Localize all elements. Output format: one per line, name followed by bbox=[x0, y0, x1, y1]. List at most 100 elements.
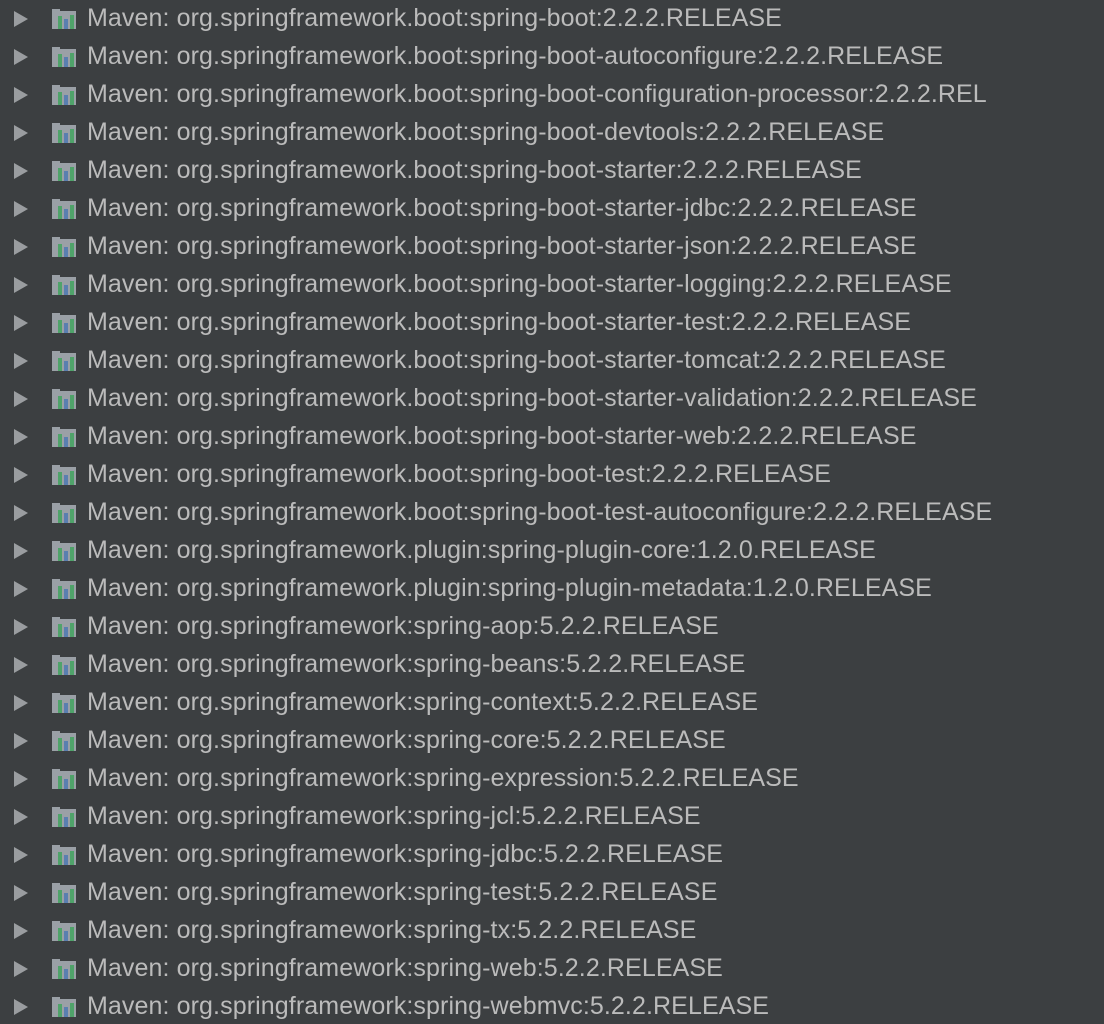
tree-node-library[interactable]: Maven: org.springframework:spring-webmvc… bbox=[0, 988, 1104, 1024]
expand-arrow-icon[interactable] bbox=[14, 239, 28, 255]
library-icon bbox=[52, 237, 76, 257]
tree-node-library[interactable]: Maven: org.springframework:spring-web:5.… bbox=[0, 950, 1104, 988]
library-label: Maven: org.springframework.boot:spring-b… bbox=[87, 80, 987, 108]
expand-arrow-icon[interactable] bbox=[14, 467, 28, 483]
library-icon bbox=[52, 85, 76, 105]
library-icon bbox=[52, 427, 76, 447]
tree-node-library[interactable]: Maven: org.springframework.boot:spring-b… bbox=[0, 152, 1104, 190]
tree-node-library[interactable]: Maven: org.springframework.boot:spring-b… bbox=[0, 38, 1104, 76]
library-icon bbox=[52, 921, 76, 941]
tree-node-library[interactable]: Maven: org.springframework:spring-core:5… bbox=[0, 722, 1104, 760]
tree-node-library[interactable]: Maven: org.springframework:spring-tx:5.2… bbox=[0, 912, 1104, 950]
expand-arrow-icon[interactable] bbox=[14, 999, 28, 1015]
tree-node-library[interactable]: Maven: org.springframework.boot:spring-b… bbox=[0, 380, 1104, 418]
library-label: Maven: org.springframework.boot:spring-b… bbox=[87, 460, 832, 488]
library-icon bbox=[52, 579, 76, 599]
library-icon bbox=[52, 769, 76, 789]
tree-node-library[interactable]: Maven: org.springframework.boot:spring-b… bbox=[0, 418, 1104, 456]
expand-arrow-icon[interactable] bbox=[14, 923, 28, 939]
library-label: Maven: org.springframework:spring-contex… bbox=[87, 688, 759, 716]
tree-node-library[interactable]: Maven: org.springframework:spring-test:5… bbox=[0, 874, 1104, 912]
library-icon bbox=[52, 123, 76, 143]
library-icon bbox=[52, 655, 76, 675]
tree-node-library[interactable]: Maven: org.springframework:spring-contex… bbox=[0, 684, 1104, 722]
tree-node-library[interactable]: Maven: org.springframework:spring-aop:5.… bbox=[0, 608, 1104, 646]
tree-node-library[interactable]: Maven: org.springframework:spring-beans:… bbox=[0, 646, 1104, 684]
tree-node-library[interactable]: Maven: org.springframework:spring-expres… bbox=[0, 760, 1104, 798]
tree-node-library[interactable]: Maven: org.springframework.boot:spring-b… bbox=[0, 304, 1104, 342]
tree-node-library[interactable]: Maven: org.springframework.boot:spring-b… bbox=[0, 228, 1104, 266]
library-label: Maven: org.springframework.boot:spring-b… bbox=[87, 270, 952, 298]
expand-arrow-icon[interactable] bbox=[14, 315, 28, 331]
expand-arrow-icon[interactable] bbox=[14, 163, 28, 179]
expand-arrow-icon[interactable] bbox=[14, 49, 28, 65]
expand-arrow-icon[interactable] bbox=[14, 809, 28, 825]
library-icon bbox=[52, 617, 76, 637]
expand-arrow-icon[interactable] bbox=[14, 429, 28, 445]
library-icon bbox=[52, 807, 76, 827]
library-icon bbox=[52, 693, 76, 713]
expand-arrow-icon[interactable] bbox=[14, 733, 28, 749]
expand-arrow-icon[interactable] bbox=[14, 201, 28, 217]
tree-node-library[interactable]: Maven: org.springframework.boot:spring-b… bbox=[0, 114, 1104, 152]
library-label: Maven: org.springframework.boot:spring-b… bbox=[87, 156, 862, 184]
library-label: Maven: org.springframework.boot:spring-b… bbox=[87, 384, 977, 412]
expand-arrow-icon[interactable] bbox=[14, 11, 28, 27]
library-label: Maven: org.springframework.boot:spring-b… bbox=[87, 232, 917, 260]
library-icon bbox=[52, 959, 76, 979]
library-icon bbox=[52, 199, 76, 219]
external-libraries-tree: Maven: org.springframework.boot:spring-b… bbox=[0, 0, 1104, 1024]
expand-arrow-icon[interactable] bbox=[14, 695, 28, 711]
expand-arrow-icon[interactable] bbox=[14, 391, 28, 407]
library-icon bbox=[52, 275, 76, 295]
library-icon bbox=[52, 503, 76, 523]
tree-node-library[interactable]: Maven: org.springframework.boot:spring-b… bbox=[0, 456, 1104, 494]
expand-arrow-icon[interactable] bbox=[14, 657, 28, 673]
library-icon bbox=[52, 883, 76, 903]
library-label: Maven: org.springframework:spring-jcl:5.… bbox=[87, 802, 701, 830]
tree-node-library[interactable]: Maven: org.springframework.boot:spring-b… bbox=[0, 342, 1104, 380]
expand-arrow-icon[interactable] bbox=[14, 961, 28, 977]
library-icon bbox=[52, 845, 76, 865]
library-label: Maven: org.springframework.plugin:spring… bbox=[87, 536, 876, 564]
expand-arrow-icon[interactable] bbox=[14, 277, 28, 293]
library-label: Maven: org.springframework.plugin:spring… bbox=[87, 574, 932, 602]
expand-arrow-icon[interactable] bbox=[14, 581, 28, 597]
library-label: Maven: org.springframework:spring-test:5… bbox=[87, 878, 718, 906]
tree-node-library[interactable]: Maven: org.springframework.plugin:spring… bbox=[0, 570, 1104, 608]
tree-node-library[interactable]: Maven: org.springframework.boot:spring-b… bbox=[0, 190, 1104, 228]
library-icon bbox=[52, 9, 76, 29]
library-icon bbox=[52, 313, 76, 333]
expand-arrow-icon[interactable] bbox=[14, 87, 28, 103]
tree-node-library[interactable]: Maven: org.springframework:spring-jdbc:5… bbox=[0, 836, 1104, 874]
library-label: Maven: org.springframework.boot:spring-b… bbox=[87, 422, 917, 450]
expand-arrow-icon[interactable] bbox=[14, 885, 28, 901]
tree-node-library[interactable]: Maven: org.springframework:spring-jcl:5.… bbox=[0, 798, 1104, 836]
expand-arrow-icon[interactable] bbox=[14, 505, 28, 521]
library-label: Maven: org.springframework:spring-expres… bbox=[87, 764, 799, 792]
tree-node-library[interactable]: Maven: org.springframework.boot:spring-b… bbox=[0, 0, 1104, 38]
library-label: Maven: org.springframework:spring-core:5… bbox=[87, 726, 726, 754]
expand-arrow-icon[interactable] bbox=[14, 619, 28, 635]
tree-node-library[interactable]: Maven: org.springframework.boot:spring-b… bbox=[0, 76, 1104, 114]
library-label: Maven: org.springframework:spring-jdbc:5… bbox=[87, 840, 724, 868]
library-icon bbox=[52, 997, 76, 1017]
expand-arrow-icon[interactable] bbox=[14, 847, 28, 863]
library-label: Maven: org.springframework.boot:spring-b… bbox=[87, 346, 946, 374]
library-icon bbox=[52, 351, 76, 371]
expand-arrow-icon[interactable] bbox=[14, 543, 28, 559]
library-label: Maven: org.springframework.boot:spring-b… bbox=[87, 194, 917, 222]
library-label: Maven: org.springframework:spring-web:5.… bbox=[87, 954, 723, 982]
tree-node-library[interactable]: Maven: org.springframework.boot:spring-b… bbox=[0, 494, 1104, 532]
library-label: Maven: org.springframework.boot:spring-b… bbox=[87, 4, 782, 32]
tree-node-library[interactable]: Maven: org.springframework.boot:spring-b… bbox=[0, 266, 1104, 304]
library-icon bbox=[52, 465, 76, 485]
expand-arrow-icon[interactable] bbox=[14, 771, 28, 787]
expand-arrow-icon[interactable] bbox=[14, 125, 28, 141]
library-icon bbox=[52, 47, 76, 67]
tree-node-library[interactable]: Maven: org.springframework.plugin:spring… bbox=[0, 532, 1104, 570]
expand-arrow-icon[interactable] bbox=[14, 353, 28, 369]
library-icon bbox=[52, 541, 76, 561]
library-label: Maven: org.springframework.boot:spring-b… bbox=[87, 308, 912, 336]
library-label: Maven: org.springframework.boot:spring-b… bbox=[87, 42, 944, 70]
